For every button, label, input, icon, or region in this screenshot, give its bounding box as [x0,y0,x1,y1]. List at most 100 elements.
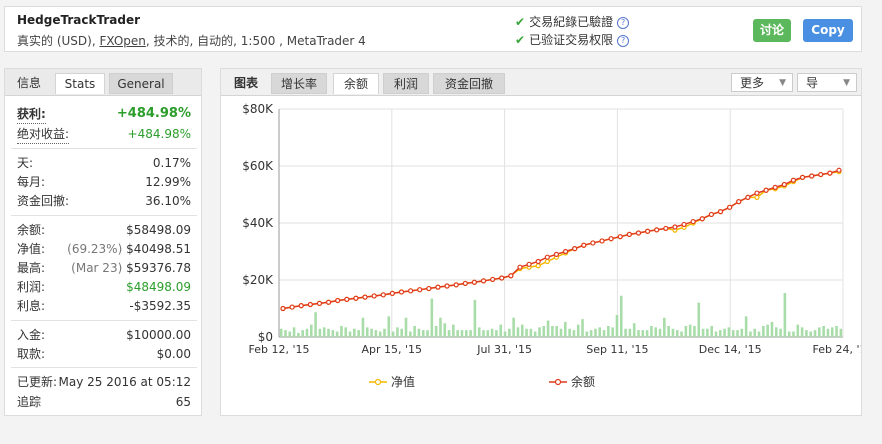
data-point [490,276,496,283]
stat-profit: 利润: $48498.09 [17,278,191,296]
tab-general[interactable]: General [109,73,173,94]
stat-label: 追踪 [17,395,42,409]
stat-value: $40498.51 [126,242,191,256]
data-point [398,289,405,295]
volume-bar [460,330,464,337]
stat-drawdown: 资金回撤: 36.10% [17,192,191,210]
data-point [344,296,350,302]
volume-bar [766,324,769,337]
stat-note: (69.23%) [67,242,123,256]
data-point [654,227,660,233]
volume-bar [611,327,614,337]
tab-drawdown[interactable]: 资金回撤 [433,73,505,94]
volume-bar [559,328,563,337]
volume-bars [279,293,843,337]
volume-bar [421,330,425,337]
caret-down-icon: ▼ [779,78,786,88]
volume-bar [693,326,696,337]
stat-monthly: 每月: 12.99% [17,173,191,191]
data-point [298,303,304,309]
data-point [544,258,550,265]
data-point [818,171,824,178]
stat-value: 12.99% [145,175,191,189]
help-icon[interactable]: ? [617,16,630,29]
volume-bar [378,331,382,337]
legend-label: 余额 [571,374,595,389]
volume-bar [365,327,369,337]
volume-bar [305,328,309,337]
data-point [836,167,842,173]
volume-bar [551,326,554,337]
stat-value: $10000.00 [126,328,191,342]
volume-bar [568,328,571,337]
account-header: HedgeTrackTrader 真实的 (USD), FXOpen, 技术的,… [4,6,862,52]
volume-bar [452,324,455,337]
chart-title: 图表 [233,76,258,90]
volume-bar [538,327,541,337]
volume-bar [805,330,808,337]
volume-bar [589,330,593,337]
volume-bar [477,327,481,337]
tab-balance[interactable]: 余额 [333,73,379,94]
volume-bar [744,316,748,337]
volume-bar [800,327,804,337]
volume-bar [774,327,778,337]
data-point [280,305,286,312]
volume-bar [525,328,528,337]
stat-note: (Mar 23) [71,261,123,275]
volume-bar [361,317,365,337]
volume-bar [447,330,451,337]
stat-balance: 余额: $58498.09 [17,221,191,239]
volume-bar [297,332,300,337]
legend-marker [374,378,382,386]
volume-bar [404,317,408,337]
data-point [809,173,815,179]
check-icon: ✔ [515,15,526,29]
tab-stats[interactable]: Stats [55,73,105,94]
data-point [717,208,724,215]
data-point [380,292,386,298]
volume-bar [430,298,434,337]
balance-chart: $0 $20K $40K $60K $80K Feb 12, '15 Apr 15, '1… [242,102,861,389]
dropdown-label: 导 [806,76,819,90]
copy-button[interactable]: Copy [803,19,853,42]
volume-bar [464,330,468,337]
help-icon[interactable]: ? [617,34,630,47]
tab-growth[interactable]: 增长率 [271,73,327,94]
stat-updated: 已更新: May 25 2016 at 05:12 [17,373,191,391]
volume-bar [667,326,670,337]
volume-bar [456,330,459,337]
tab-info[interactable]: 信息 [11,73,47,94]
volume-bar [533,331,537,337]
stat-label: 余额: [17,223,46,237]
volume-bar [598,327,602,337]
volume-bar [813,330,817,337]
caret-down-icon: ▼ [843,78,850,88]
x-tick-label: Sep 11, '15 [586,343,648,356]
discuss-button[interactable]: 讨论 [753,19,791,42]
volume-bar [439,317,442,337]
broker-link[interactable]: FXOpen [99,34,145,48]
export-dropdown[interactable]: 导 ▼ [797,73,857,92]
more-dropdown[interactable]: 更多 ▼ [731,73,793,92]
dropdown-label: 更多 [740,76,765,90]
data-point [790,177,797,183]
chart-panel: 图表 增长率 余额 利润 资金回撤 更多 ▼ 导 ▼ $0 $20K $40K $60K $… [220,68,862,416]
track-record-verified: ✔ 交易紀錄已驗證? [515,13,630,31]
volume-bar [426,330,429,337]
volume-bar [516,327,520,337]
volume-bar [658,328,662,337]
volume-bar [542,326,546,337]
volume-bar [512,317,515,337]
volume-bar [719,330,722,337]
volume-bar [706,328,709,337]
tab-profit[interactable]: 利润 [383,73,429,94]
data-point [508,273,514,279]
stat-label: 获利: [17,105,46,124]
volume-bar [314,312,317,337]
volume-bar [284,330,287,337]
verification-label: 交易紀錄已驗證 [529,15,614,29]
x-tick-label: Feb 12, '15 [249,343,310,356]
stat-label: 已更新: [17,375,58,389]
x-tick-label: Jul 31, '15 [476,343,532,356]
